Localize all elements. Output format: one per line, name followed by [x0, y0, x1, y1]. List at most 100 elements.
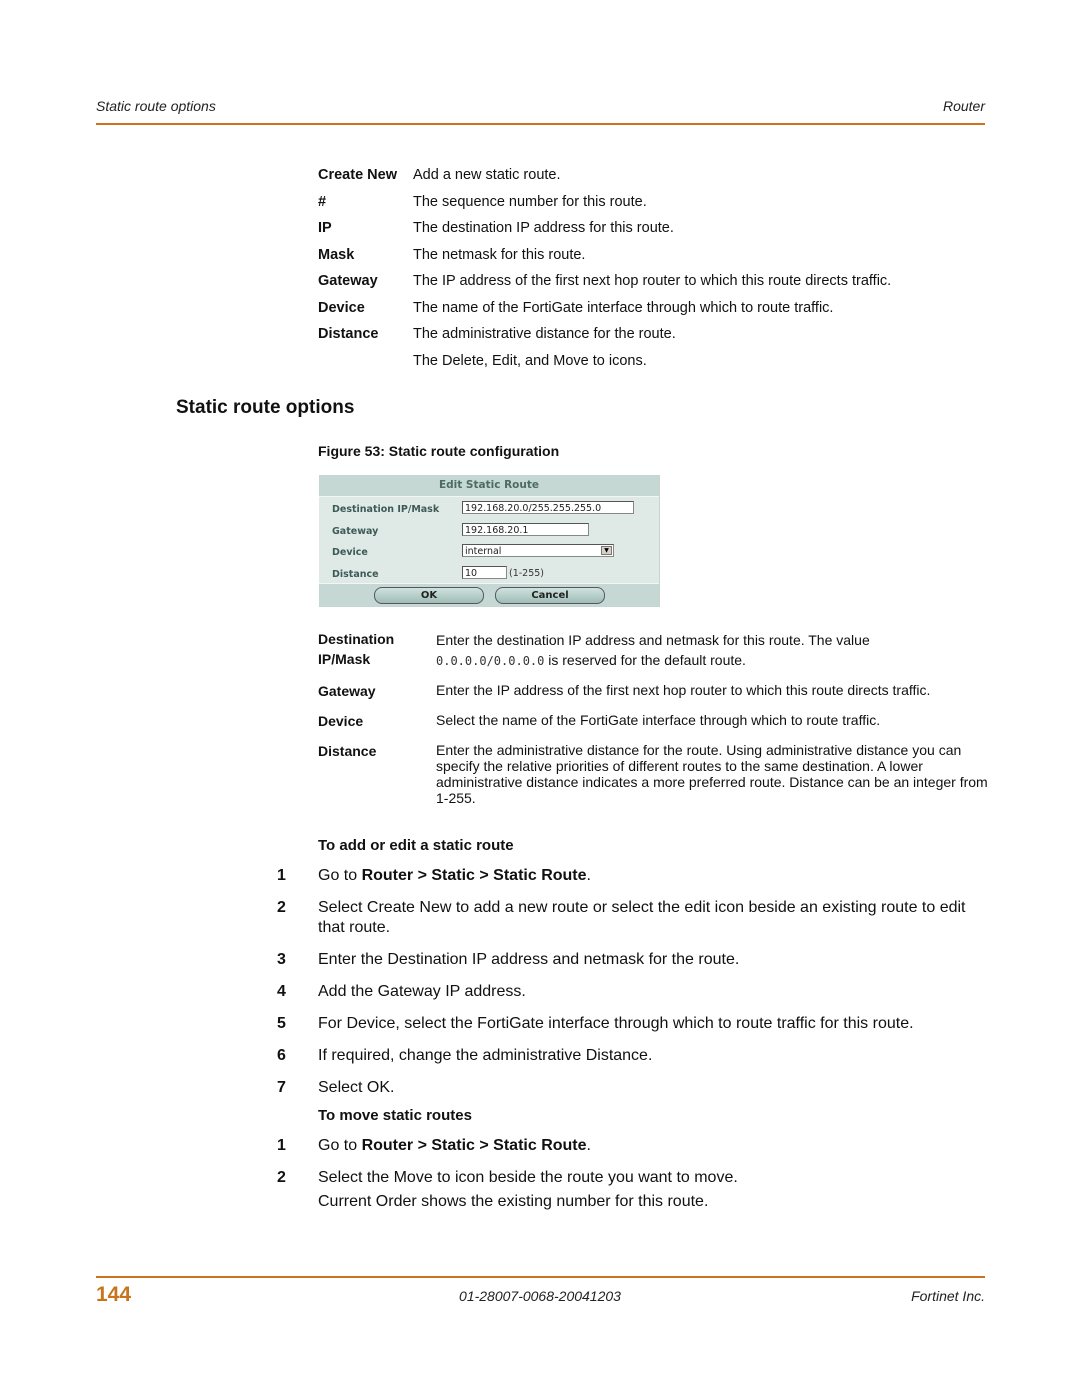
step-number: 5 [277, 1015, 286, 1032]
definition-row: Device Select the name of the FortiGate … [318, 711, 988, 731]
step-item: 1 Go to Router > Static > Static Route. [277, 1136, 987, 1156]
definition-term: Destination IP/Mask [318, 629, 436, 671]
definition-row: Distance The administrative distance for … [318, 326, 978, 353]
step-number: 4 [277, 983, 286, 1000]
definition-row: # The sequence number for this route. [318, 194, 978, 221]
definition-row: IP The destination IP address for this ro… [318, 220, 978, 247]
step-item: 3 Enter the Destination IP address and ne… [277, 950, 987, 970]
step-number: 1 [277, 1137, 286, 1154]
term-line: IP/Mask [318, 651, 371, 667]
definition-row: Gateway Enter the IP address of the firs… [318, 681, 988, 701]
company-name: Fortinet Inc. [911, 1288, 985, 1304]
step-number: 2 [277, 899, 286, 916]
procedure-title-add: To add or edit a static route [318, 837, 514, 854]
form-title: Edit Static Route [319, 475, 659, 497]
step-text: Select Create New to add a new route or … [318, 899, 966, 936]
step-item: 1 Go to Router > Static > Static Route. [277, 866, 987, 886]
step-text: If required, change the administrative D… [318, 1047, 653, 1064]
definition-row: Gateway The IP address of the first next … [318, 273, 978, 300]
definition-row: Distance Enter the administrative distan… [318, 741, 988, 806]
definition-row: Device The name of the FortiGate interfac… [318, 300, 978, 327]
distance-range-hint: (1-255) [509, 568, 545, 579]
gateway-label: Gateway [332, 526, 379, 537]
definition-term: Gateway [318, 683, 376, 699]
definition-desc: The administrative distance for the rout… [413, 326, 676, 342]
step-text: Go to Router > Static > Static Route. [318, 1137, 591, 1154]
dest-ip-mask-input[interactable]: 192.168.20.0/255.255.255.0 [462, 501, 634, 514]
step-text: For Device, select the FortiGate interfa… [318, 1015, 914, 1032]
definition-term: Distance [318, 326, 379, 342]
procedure-title-move: To move static routes [318, 1107, 472, 1124]
procedure-steps-add: 1 Go to Router > Static > Static Route. … [277, 866, 987, 1110]
distance-input[interactable]: 10 [462, 566, 507, 579]
definition-desc: Enter the destination IP address and net… [436, 629, 988, 671]
step-number: 6 [277, 1047, 286, 1064]
step-item: 5 For Device, select the FortiGate interf… [277, 1014, 987, 1034]
definition-desc: The name of the FortiGate interface thro… [413, 299, 834, 316]
definition-desc: The IP address of the first next hop rou… [413, 273, 892, 289]
definition-term: Device [318, 299, 365, 316]
menu-path: Router > Static > Static Route [361, 867, 587, 884]
definition-row: Mask The netmask for this route. [318, 247, 978, 274]
definition-term: Mask [318, 246, 355, 263]
definition-desc: Enter the IP address of the first next h… [436, 682, 931, 698]
device-select[interactable]: internal ▼ [462, 544, 614, 557]
section-title: Static route options [176, 397, 355, 418]
step-text: Select OK. [318, 1079, 395, 1096]
definition-desc: The sequence number for this route. [413, 193, 647, 210]
definition-row: Create New Add a new static route. [318, 167, 978, 194]
gateway-input[interactable]: 192.168.20.1 [462, 523, 589, 536]
step-item: 2 Select the Move to icon beside the rou… [277, 1168, 987, 1188]
step-number: 2 [277, 1169, 286, 1186]
step-text: Go to Router > Static > Static Route. [318, 867, 591, 884]
fields-definition-list: Create New Add a new static route. # The s… [318, 167, 978, 379]
definition-term: Device [318, 713, 364, 729]
step-item: 2 Select Create New to add a new route or… [277, 898, 987, 938]
definition-desc: The destination IP address for this rout… [413, 220, 674, 236]
ok-button[interactable]: OK [374, 587, 484, 604]
desc-text: Enter the destination IP address and net… [436, 632, 870, 648]
definition-row: Destination IP/Mask Enter the destinatio… [318, 629, 988, 671]
step-number: 1 [277, 867, 286, 884]
options-definition-list: Destination IP/Mask Enter the destinatio… [318, 629, 988, 816]
step-item: 7 Select OK. [277, 1078, 987, 1098]
definition-desc: Select the name of the FortiGate interfa… [436, 712, 881, 728]
running-header-section: Static route options [96, 98, 216, 114]
step-text: Add the Gateway IP address. [318, 983, 526, 1000]
term-line: Destination [318, 631, 395, 647]
dropdown-arrow-icon[interactable]: ▼ [601, 546, 612, 555]
desc-text: is reserved for the default route. [544, 652, 746, 668]
definition-desc: Enter the administrative distance for th… [436, 742, 988, 806]
device-label: Device [332, 547, 368, 558]
distance-label: Distance [332, 569, 379, 580]
device-select-value: internal [465, 546, 502, 557]
default-route-code: 0.0.0.0/0.0.0.0 [436, 654, 545, 668]
step-note-text: Current Order shows the existing number … [318, 1193, 709, 1210]
definition-desc: The netmask for this route. [413, 246, 586, 263]
dest-ip-mask-label: Destination IP/Mask [332, 504, 440, 515]
edit-static-route-screenshot: Edit Static Route Destination IP/Mask 19… [319, 475, 660, 607]
step-item: 6 If required, change the administrative … [277, 1046, 987, 1066]
step-number: 3 [277, 951, 286, 968]
definition-term: Distance [318, 743, 377, 759]
header-rule [96, 123, 985, 125]
definition-desc: The Delete, Edit, and Move to icons. [413, 352, 647, 369]
step-text: Enter the Destination IP address and net… [318, 951, 740, 968]
menu-path: Router > Static > Static Route [361, 1137, 587, 1154]
definition-term: IP [318, 220, 332, 236]
step-item: 4 Add the Gateway IP address. [277, 982, 987, 1002]
step-number: 7 [277, 1079, 286, 1096]
definition-desc: Add a new static route. [413, 167, 561, 183]
definition-term: # [318, 193, 327, 210]
cancel-button[interactable]: Cancel [495, 587, 605, 604]
definition-term: Gateway [318, 273, 378, 289]
step-note: Current Order shows the existing number … [277, 1192, 987, 1212]
definition-row: The Delete, Edit, and Move to icons. [318, 353, 978, 380]
definition-term: Create New [318, 167, 397, 183]
figure-caption: Figure 53: Static route configuration [318, 443, 560, 459]
procedure-steps-move: 1 Go to Router > Static > Static Route. … [277, 1136, 987, 1224]
step-text: Select the Move to icon beside the route… [318, 1169, 738, 1186]
footer-rule [96, 1276, 985, 1278]
form-button-bar: OK Cancel [319, 583, 659, 606]
running-header-chapter: Router [942, 98, 985, 114]
